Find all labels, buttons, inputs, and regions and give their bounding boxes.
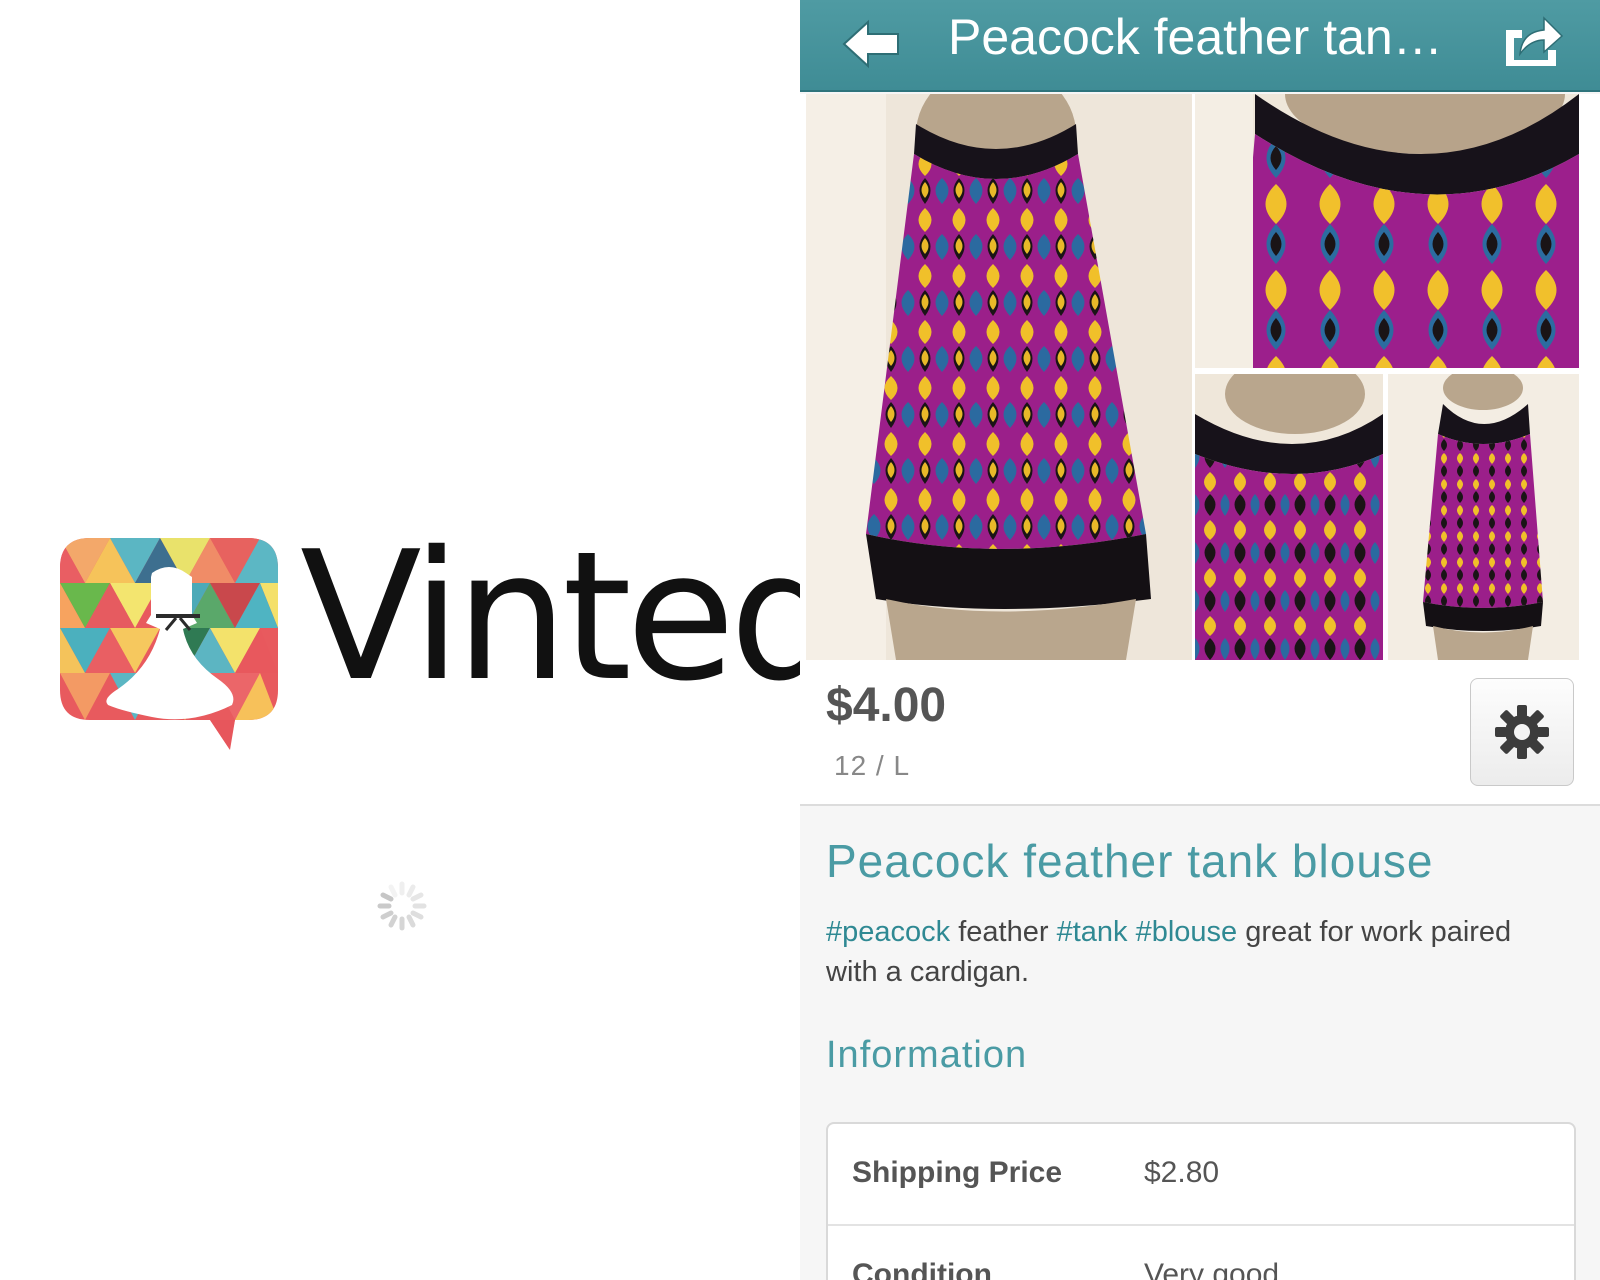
item-size: 12 / L	[834, 750, 911, 781]
hashtag-tank[interactable]: #tank	[1057, 916, 1128, 948]
item-description: #peacock feather #tank #blouse great for…	[826, 912, 1566, 992]
price-section: $4.00 12 / L	[800, 660, 1600, 806]
splash-screen: Vinted	[0, 0, 842, 1280]
gear-icon	[1495, 705, 1549, 759]
nav-bar: Peacock feather tan…	[800, 0, 1600, 92]
information-table: Shipping Price $2.80 Condition Very good	[826, 1122, 1576, 1280]
description-text	[1128, 916, 1136, 948]
item-details: Peacock feather tank blouse #peacock fea…	[800, 806, 1600, 1280]
settings-button[interactable]	[1470, 678, 1574, 786]
description-text: feather	[950, 916, 1057, 948]
hashtag-peacock[interactable]: #peacock	[826, 916, 950, 948]
nav-title: Peacock feather tan…	[948, 9, 1443, 65]
item-title: Peacock feather tank blouse	[826, 835, 1434, 887]
info-label: Shipping Price	[852, 1156, 1063, 1189]
info-value: $2.80	[1144, 1156, 1220, 1189]
loading-spinner-icon	[376, 880, 428, 932]
brand-wordmark: Vinted	[300, 513, 842, 720]
photo-gallery	[800, 94, 1600, 660]
item-price: $4.00	[826, 679, 947, 732]
info-row-condition: Condition Very good	[828, 1226, 1574, 1280]
information-heading: Information	[826, 1034, 1028, 1076]
side-photo[interactable]	[1195, 374, 1383, 660]
closeup-photo[interactable]	[1195, 94, 1579, 368]
info-row-shipping: Shipping Price $2.80	[828, 1124, 1574, 1226]
share-icon[interactable]	[1500, 10, 1564, 68]
item-detail-screen: Peacock feather tan… $4.00 12 / L Peacoc…	[800, 0, 1600, 1280]
main-photo[interactable]	[806, 94, 1192, 660]
hashtag-blouse[interactable]: #blouse	[1136, 916, 1238, 948]
full-photo[interactable]	[1388, 374, 1579, 660]
vinted-logo-icon	[60, 538, 278, 770]
back-arrow-icon[interactable]	[840, 16, 904, 72]
info-value: Very good	[1144, 1258, 1280, 1280]
info-label: Condition	[852, 1258, 992, 1280]
